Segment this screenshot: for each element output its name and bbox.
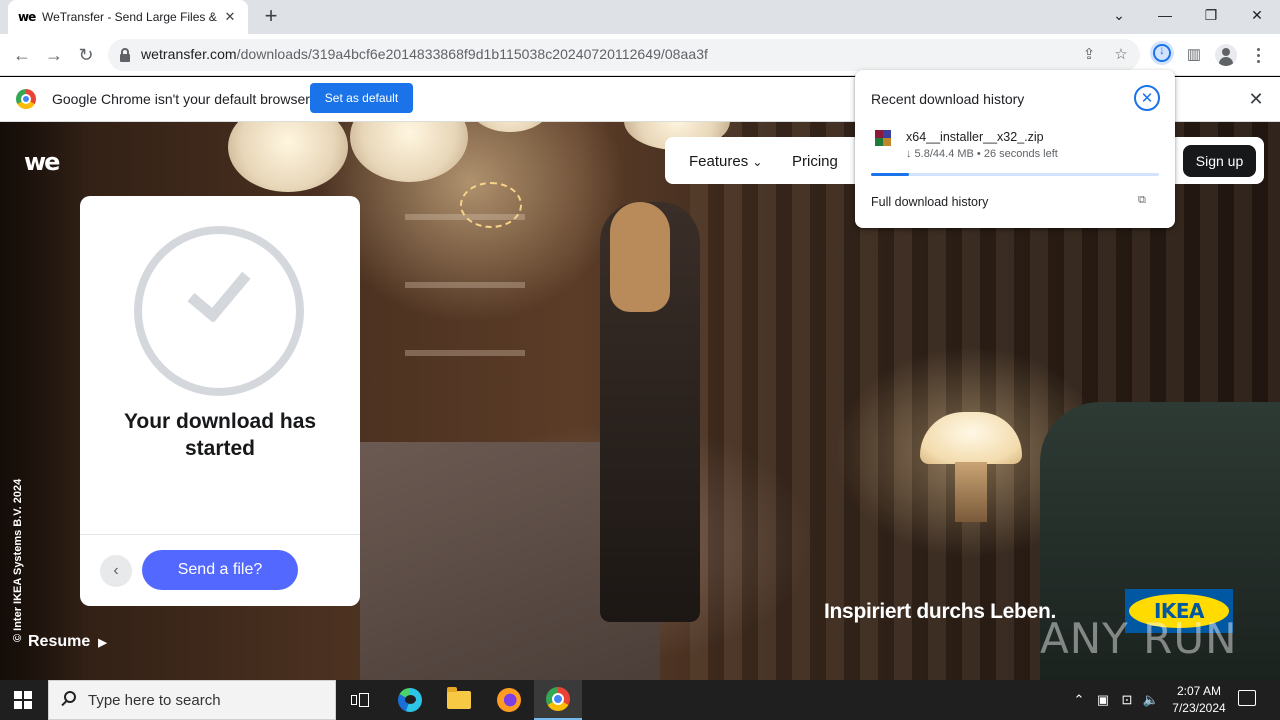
wetransfer-favicon-icon: we — [18, 10, 36, 24]
ad-tagline: Inspiriert durchs Leben. — [824, 600, 1057, 623]
side-panel-icon[interactable]: ▥ — [1183, 44, 1205, 66]
address-bar[interactable]: wetransfer.com/downloads/319a4bcf6e20148… — [108, 39, 1140, 71]
edge-icon[interactable] — [386, 680, 434, 720]
infobar-close-icon[interactable]: ✕ — [1246, 89, 1266, 110]
tray-chevron-up-icon[interactable]: ⌃ — [1070, 692, 1088, 708]
infobar-message: Google Chrome isn't your default browser — [52, 91, 310, 107]
speech-bubble-decoration — [460, 182, 522, 228]
search-placeholder: Type here to search — [88, 692, 221, 709]
tab-search-chevron-down-icon[interactable]: ⌄ — [1096, 0, 1142, 30]
ad-copyright: © Inter IKEA Systems B.V. 2024 — [12, 478, 24, 642]
taskbar-clock[interactable]: 2:07 AM 7/23/2024 — [1160, 683, 1238, 717]
tab-wetransfer[interactable]: we WeTransfer - Send Large Files & ✕ — [8, 0, 248, 34]
download-progress-fill — [871, 173, 909, 176]
full-download-history-link[interactable]: Full download history — [871, 195, 988, 209]
download-bubble: Recent download history ✕ x64__installer… — [855, 70, 1175, 228]
download-progress-bar — [871, 173, 1159, 176]
close-icon[interactable]: ✕ — [1134, 85, 1160, 111]
anyrun-watermark: ANY RUN — [1040, 614, 1238, 663]
chrome-taskbar-icon[interactable] — [534, 680, 582, 720]
set-as-default-button[interactable]: Set as default — [310, 83, 413, 113]
tray-device-icon[interactable]: ▣ — [1094, 692, 1112, 708]
tab-title: WeTransfer - Send Large Files & — [42, 10, 217, 24]
file-explorer-icon[interactable] — [435, 680, 483, 720]
paper-lantern — [228, 122, 348, 192]
taskbar-search[interactable]: Type here to search — [48, 680, 336, 720]
sign-up-button[interactable]: Sign up — [1183, 145, 1256, 177]
reload-icon[interactable]: ↻ — [74, 43, 98, 67]
chrome-icon — [16, 89, 36, 109]
download-card: Your download has started ‹ Send a file? — [80, 196, 360, 606]
forward-arrow-icon[interactable]: → — [42, 43, 66, 67]
check-icon — [134, 226, 304, 396]
clock-date: 7/23/2024 — [1172, 701, 1226, 715]
back-arrow-icon[interactable]: ← — [10, 43, 34, 67]
task-view-icon[interactable] — [336, 680, 384, 720]
zip-file-icon — [875, 130, 891, 146]
download-icon[interactable]: ↓ — [1150, 41, 1174, 65]
download-file-name[interactable]: x64__installer__x32_.zip — [906, 130, 1044, 144]
volume-icon[interactable]: 🔈 — [1142, 692, 1160, 708]
notification-icon[interactable] — [1238, 690, 1256, 706]
nav-pricing[interactable]: Pricing — [792, 153, 838, 170]
search-icon — [61, 691, 77, 709]
shelf — [405, 350, 525, 356]
clock-time: 2:07 AM — [1176, 684, 1222, 698]
back-button[interactable]: ‹ — [100, 555, 132, 587]
nav-features[interactable]: Features ⌄ — [689, 153, 762, 170]
tab-close-icon[interactable]: ✕ — [222, 9, 238, 25]
person-hair — [610, 202, 670, 312]
window-close-icon[interactable]: ✕ — [1234, 0, 1280, 30]
star-icon[interactable]: ☆ — [1111, 45, 1131, 65]
lamp-stem — [955, 462, 987, 522]
download-status: ↓ 5.8/44.4 MB • 26 seconds left — [906, 148, 1058, 160]
site-nav: Features ⌄ Pricing — [665, 137, 865, 184]
chevron-down-icon: ⌄ — [752, 155, 763, 169]
firefox-icon[interactable] — [485, 680, 533, 720]
paper-lantern — [470, 122, 550, 132]
send-a-file-button[interactable]: Send a file? — [142, 550, 298, 590]
external-link-icon[interactable]: ⧉ — [1138, 194, 1152, 208]
play-icon: ▶ — [98, 636, 107, 649]
windows-taskbar: Type here to search ⌃ ▣ ⊡ 🔈 2:07 AM 7/23… — [0, 680, 1280, 720]
menu-icon[interactable] — [1252, 44, 1264, 66]
shelf — [405, 282, 525, 288]
download-panel-title: Recent download history — [871, 91, 1025, 107]
share-icon[interactable]: ⇪ — [1079, 45, 1099, 65]
url-text[interactable]: wetransfer.com/downloads/319a4bcf6e20148… — [141, 46, 708, 62]
paper-lantern — [350, 122, 468, 182]
new-tab-button[interactable]: + — [260, 5, 282, 27]
profile-icon[interactable] — [1215, 44, 1237, 66]
wetransfer-logo[interactable]: we — [24, 148, 60, 176]
download-started-title: Your download has started — [123, 410, 317, 460]
tab-strip: we WeTransfer - Send Large Files & ✕ + ⌄… — [0, 0, 1280, 34]
network-icon[interactable]: ⊡ — [1118, 692, 1136, 708]
restore-icon[interactable]: ❐ — [1188, 0, 1234, 30]
card-footer: ‹ Send a file? — [80, 534, 360, 606]
resume-button[interactable]: Resume ▶ — [28, 633, 107, 651]
windows-start-icon[interactable] — [14, 691, 32, 709]
minimize-icon[interactable]: — — [1142, 0, 1188, 30]
lock-icon[interactable] — [120, 48, 130, 62]
